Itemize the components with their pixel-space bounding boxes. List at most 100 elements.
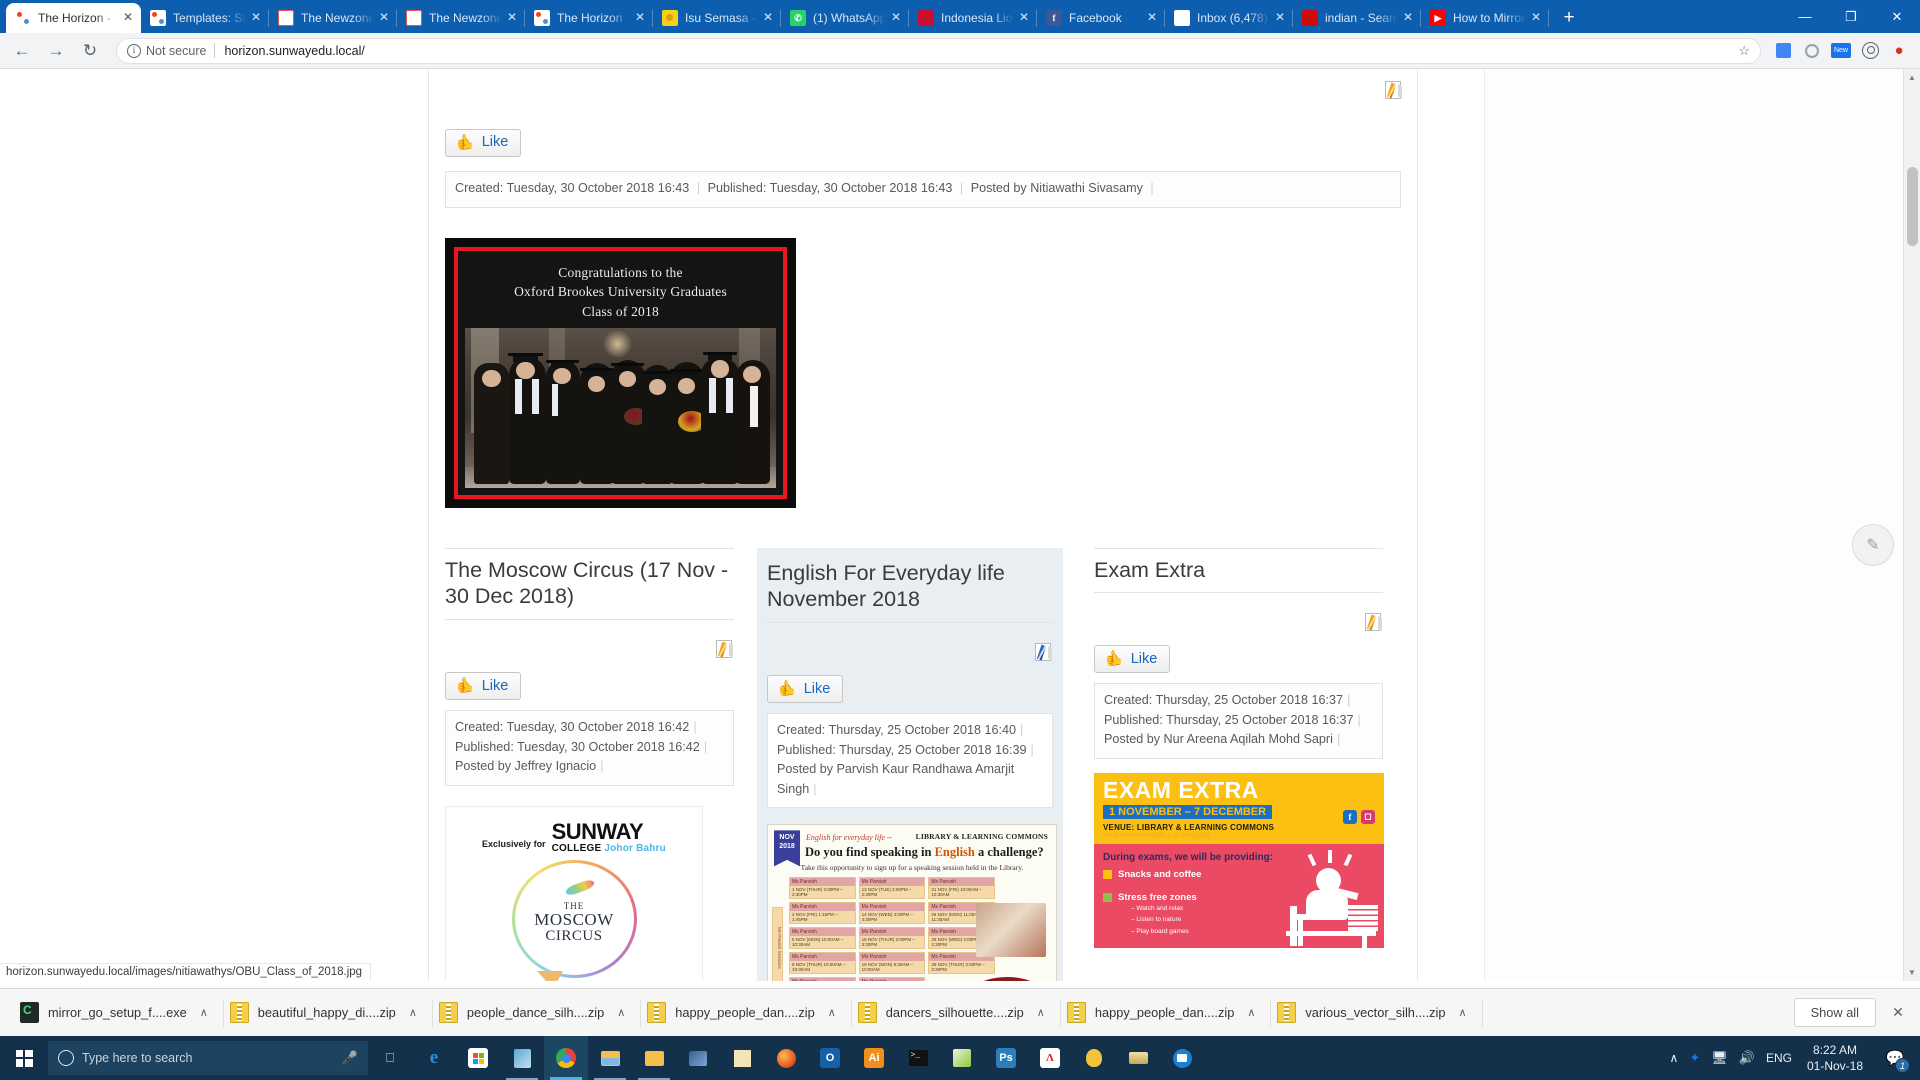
reload-button[interactable]: ↻	[76, 37, 104, 65]
browser-tab-0[interactable]: The Horizon - ✕	[6, 3, 141, 33]
show-all-downloads-button[interactable]: Show all	[1793, 998, 1876, 1027]
scroll-down-arrow[interactable]: ▼	[1904, 964, 1920, 981]
remote-desktop-icon[interactable]	[676, 1036, 720, 1080]
tab-close-button[interactable]: ✕	[889, 11, 903, 25]
chevron-up-icon[interactable]: ∧	[200, 1006, 208, 1019]
exam-extra-poster-image[interactable]: EXAM EXTRA 1 NOVEMBER – 7 DECEMBER VENUE…	[1094, 772, 1384, 948]
tab-close-button[interactable]: ✕	[1401, 11, 1415, 25]
extension-blue-icon[interactable]	[1770, 38, 1796, 64]
edit-article-icon[interactable]	[1385, 81, 1401, 99]
language-indicator[interactable]: ENG	[1766, 1051, 1792, 1065]
page-scrollbar[interactable]: ▲ ▼	[1903, 69, 1920, 981]
tab-close-button[interactable]: ✕	[505, 11, 519, 25]
chrome-icon[interactable]	[544, 1036, 588, 1080]
browser-tab-3[interactable]: The Newzone ✕	[397, 3, 525, 33]
like-button[interactable]: 👍 Like	[767, 675, 844, 704]
tray-chevron-icon[interactable]: ∧	[1670, 1051, 1679, 1065]
scanner-icon[interactable]	[1116, 1036, 1160, 1080]
download-item[interactable]: people_dance_silh....zip ∧	[433, 989, 642, 1037]
tab-close-button[interactable]: ✕	[1273, 11, 1287, 25]
microphone-icon[interactable]: 🎤	[342, 1050, 358, 1066]
start-button[interactable]	[0, 1036, 48, 1080]
photoshop-icon[interactable]: Ps	[984, 1036, 1028, 1080]
dropbox-icon[interactable]: ✦	[1689, 1050, 1700, 1066]
download-item[interactable]: dancers_silhouette....zip ∧	[852, 989, 1061, 1037]
duck-icon[interactable]	[1072, 1036, 1116, 1080]
browser-tab-9[interactable]: M Inbox (6,478) - ✕	[1165, 3, 1293, 33]
chevron-up-icon[interactable]: ∧	[617, 1006, 625, 1019]
maximize-button[interactable]: ❐	[1828, 0, 1874, 33]
tab-close-button[interactable]: ✕	[633, 11, 647, 25]
illustrator-icon[interactable]: Ai	[852, 1036, 896, 1080]
download-item[interactable]: beautiful_happy_di....zip ∧	[224, 989, 433, 1037]
article-title[interactable]: Exam Extra	[1094, 547, 1383, 594]
folder-yellow-icon[interactable]	[588, 1036, 632, 1080]
command-prompt-icon[interactable]: >_	[896, 1036, 940, 1080]
download-item[interactable]: various_vector_silh....zip ∧	[1271, 989, 1483, 1037]
volume-icon[interactable]: 🔊	[1739, 1050, 1755, 1066]
notification-center-icon[interactable]: 💬 1	[1878, 1036, 1912, 1080]
moscow-circus-poster-image[interactable]: Exclusively for SUNWAY COLLEGE Johor Bah…	[445, 805, 703, 981]
browser-tab-6[interactable]: ✆ (1) WhatsApp ✕	[781, 3, 909, 33]
tab-close-button[interactable]: ✕	[1017, 11, 1031, 25]
tab-close-button[interactable]: ✕	[761, 11, 775, 25]
outlook-icon[interactable]: O	[808, 1036, 852, 1080]
back-button[interactable]: ←	[8, 37, 36, 65]
browser-tab-8[interactable]: f Facebook ✕	[1037, 3, 1165, 33]
file-explorer-icon[interactable]	[632, 1036, 676, 1080]
extension-new-icon[interactable]: New	[1828, 38, 1854, 64]
chevron-up-icon[interactable]: ∧	[1459, 1006, 1467, 1019]
chevron-up-icon[interactable]: ∧	[1037, 1006, 1045, 1019]
browser-tab-10[interactable]: indian - Search ✕	[1293, 3, 1421, 33]
profile-avatar-icon[interactable]	[1857, 38, 1883, 64]
browser-tab-11[interactable]: ▶ How to Mirror ✕	[1421, 3, 1549, 33]
bookmark-star-icon[interactable]: ☆	[1738, 43, 1750, 59]
firefox-icon[interactable]	[764, 1036, 808, 1080]
edit-article-icon[interactable]	[1365, 613, 1381, 632]
like-button[interactable]: 👍 Like	[445, 672, 522, 701]
browser-tab-4[interactable]: The Horizon ✕	[525, 3, 653, 33]
download-item[interactable]: happy_people_dan....zip ∧	[641, 989, 852, 1037]
chrome-menu-icon[interactable]: ●	[1886, 38, 1912, 64]
new-tab-button[interactable]: +	[1555, 4, 1583, 32]
browser-tab-7[interactable]: Indonesia Lion ✕	[909, 3, 1037, 33]
article-title[interactable]: English For Everyday life November 2018	[767, 556, 1053, 624]
edit-article-icon[interactable]	[716, 640, 732, 659]
floating-helper-button[interactable]: ✎	[1852, 524, 1894, 566]
acrobat-icon[interactable]: Λ	[1028, 1036, 1072, 1080]
minimize-button[interactable]: —	[1782, 0, 1828, 33]
chevron-up-icon[interactable]: ∧	[409, 1006, 417, 1019]
chevron-up-icon[interactable]: ∧	[1247, 1006, 1255, 1019]
close-downloads-shelf-button[interactable]: ✕	[1876, 1004, 1920, 1021]
english-everyday-poster-image[interactable]: NOV 2018 English for everyday life -- LI…	[767, 824, 1057, 981]
taskbar-search-box[interactable]: Type here to search 🎤	[48, 1041, 368, 1075]
scroll-thumb[interactable]	[1907, 167, 1918, 246]
window-close-button[interactable]: ✕	[1874, 0, 1920, 33]
teamviewer-icon[interactable]	[1160, 1036, 1204, 1080]
like-button[interactable]: 👍 Like	[1094, 645, 1171, 674]
article-title[interactable]: The Moscow Circus (17 Nov - 30 Dec 2018)	[445, 547, 734, 621]
graduation-poster-image[interactable]: Congratulations to the Oxford Brookes Un…	[445, 237, 796, 508]
tab-close-button[interactable]: ✕	[1529, 11, 1543, 25]
extension-grey-icon[interactable]	[1799, 38, 1825, 64]
tab-close-button[interactable]: ✕	[1145, 11, 1159, 25]
forward-button[interactable]: →	[42, 37, 70, 65]
scroll-up-arrow[interactable]: ▲	[1904, 69, 1920, 86]
taskbar-clock[interactable]: 8:22 AM 01-Nov-18	[1803, 1042, 1867, 1074]
edge-icon[interactable]: e	[412, 1036, 456, 1080]
file-explorer-blue-icon[interactable]	[500, 1036, 544, 1080]
info-icon[interactable]: i	[127, 43, 141, 58]
address-bar[interactable]: i Not secure horizon.sunwayedu.local/ ☆	[116, 37, 1761, 64]
microsoft-store-icon[interactable]	[456, 1036, 500, 1080]
network-icon[interactable]: 🖥	[1711, 1050, 1728, 1066]
tab-close-button[interactable]: ✕	[377, 11, 391, 25]
sticky-notes-icon[interactable]	[720, 1036, 764, 1080]
notepadpp-icon[interactable]	[940, 1036, 984, 1080]
download-item[interactable]: happy_people_dan....zip ∧	[1061, 989, 1272, 1037]
tab-close-button[interactable]: ✕	[249, 11, 263, 25]
tab-close-button[interactable]: ✕	[121, 11, 135, 25]
browser-tab-2[interactable]: The Newzone ✕	[269, 3, 397, 33]
browser-tab-1[interactable]: Templates: Sty ✕	[141, 3, 269, 33]
task-view-icon[interactable]: ⎕	[368, 1036, 412, 1080]
chevron-up-icon[interactable]: ∧	[828, 1006, 836, 1019]
